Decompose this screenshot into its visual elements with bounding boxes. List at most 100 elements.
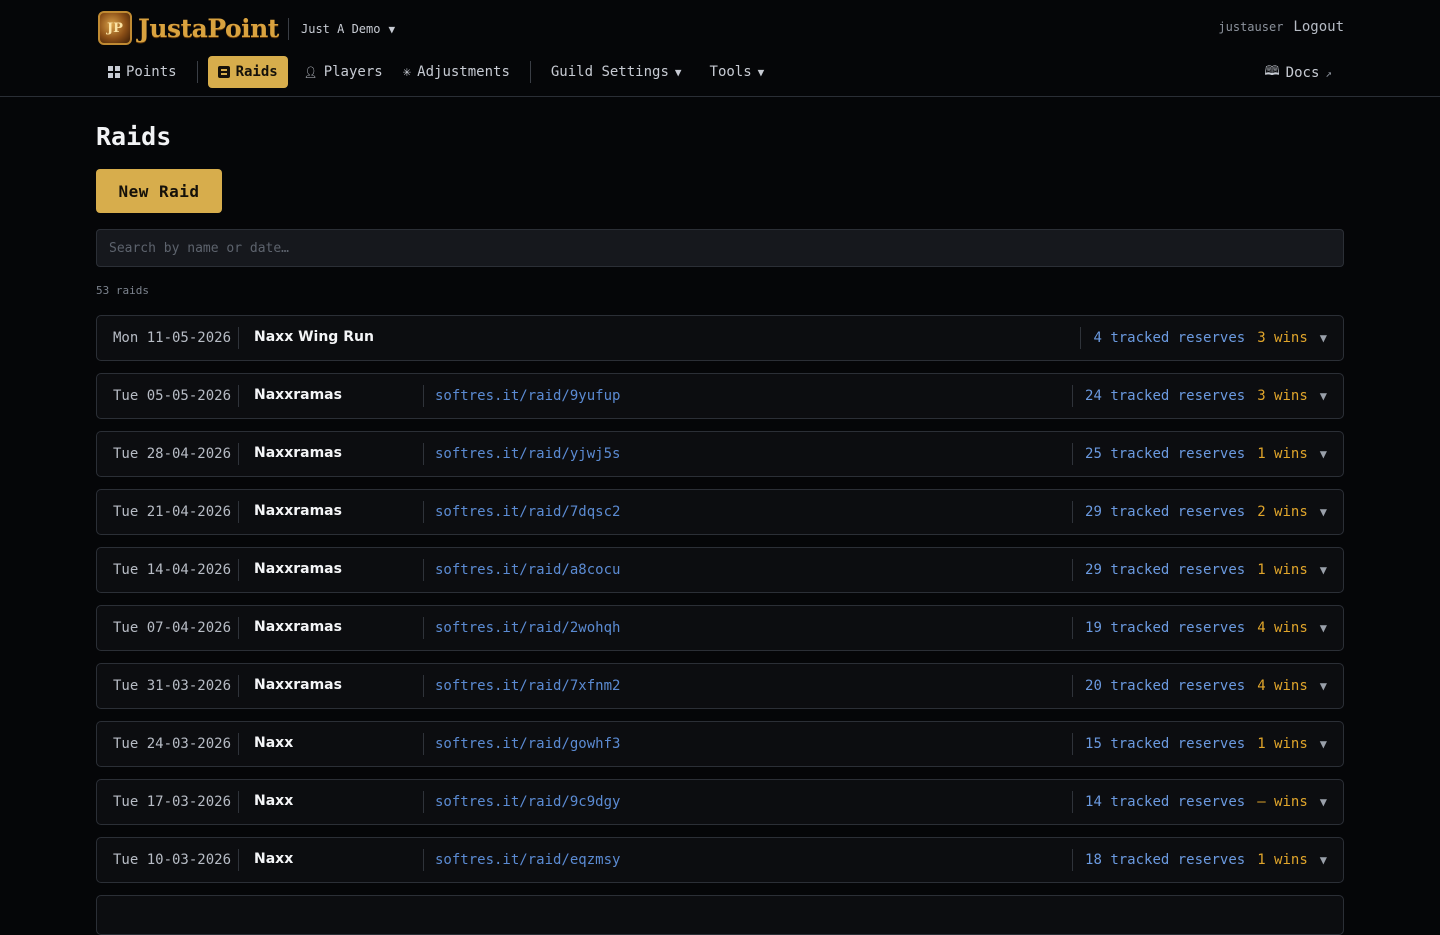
sparkle-icon: ✳ bbox=[402, 64, 412, 80]
wins-count: 1 wins bbox=[1257, 736, 1308, 752]
softres-link[interactable]: softres.it/raid/yjwj5s bbox=[435, 446, 620, 462]
divider bbox=[1072, 733, 1074, 755]
raid-row[interactable]: Tue 28-04-2026 Naxxramas softres.it/raid… bbox=[96, 431, 1344, 477]
guild-selector[interactable]: Just A Demo ▼ bbox=[288, 18, 395, 40]
raid-row[interactable]: Tue 10-03-2026 Naxx softres.it/raid/eqzm… bbox=[96, 837, 1344, 883]
chevron-down-icon[interactable]: ▼ bbox=[1320, 853, 1327, 867]
raid-date: Tue 14-04-2026 bbox=[113, 562, 232, 578]
nav-divider bbox=[196, 61, 198, 83]
softres-link[interactable]: softres.it/raid/7xfnm2 bbox=[435, 678, 620, 694]
raid-stats: 4 tracked reserves 3 wins ▼ bbox=[1080, 316, 1327, 360]
logo-text: JustaPoint bbox=[138, 13, 279, 43]
wins-count: 2 wins bbox=[1257, 504, 1308, 520]
new-raid-button[interactable]: New Raid bbox=[96, 169, 222, 213]
raid-stats: 29 tracked reserves 1 wins ▼ bbox=[1072, 548, 1327, 592]
tracked-reserves: 15 tracked reserves bbox=[1085, 736, 1246, 752]
raid-date: Tue 31-03-2026 bbox=[113, 678, 232, 694]
chevron-down-icon[interactable]: ▼ bbox=[1320, 505, 1327, 519]
wins-count: 3 wins bbox=[1257, 388, 1308, 404]
chevron-down-icon[interactable]: ▼ bbox=[1320, 389, 1327, 403]
tracked-reserves: 19 tracked reserves bbox=[1085, 620, 1246, 636]
divider bbox=[238, 443, 239, 465]
external-link-icon: ↗ bbox=[1325, 66, 1332, 80]
divider bbox=[1072, 443, 1074, 465]
chevron-down-icon[interactable]: ▼ bbox=[1320, 737, 1327, 751]
nav-adjustments[interactable]: ✳ Adjustments bbox=[393, 56, 520, 88]
divider bbox=[238, 849, 239, 871]
divider bbox=[238, 791, 239, 813]
brand-logo[interactable]: JP JustaPoint bbox=[98, 10, 279, 46]
raid-date: Tue 24-03-2026 bbox=[113, 736, 232, 752]
divider bbox=[423, 849, 424, 871]
nav-guild-settings-label: Guild Settings bbox=[550, 64, 669, 80]
divider bbox=[1072, 559, 1074, 581]
softres-link[interactable]: softres.it/raid/9c9dgy bbox=[435, 794, 620, 810]
chevron-down-icon[interactable]: ▼ bbox=[1320, 447, 1327, 461]
divider bbox=[1072, 617, 1074, 639]
divider bbox=[423, 385, 424, 407]
grid-icon bbox=[108, 66, 120, 78]
chevron-down-icon[interactable]: ▼ bbox=[1320, 563, 1327, 577]
raid-name: Naxxramas bbox=[254, 619, 342, 635]
raid-name: Naxxramas bbox=[254, 387, 342, 403]
softres-link[interactable]: softres.it/raid/9yufup bbox=[435, 388, 620, 404]
raid-stats: 29 tracked reserves 2 wins ▼ bbox=[1072, 490, 1327, 534]
raid-name: Naxx bbox=[254, 851, 294, 867]
logout-link[interactable]: Logout bbox=[1293, 19, 1344, 35]
raid-date: Tue 21-04-2026 bbox=[113, 504, 232, 520]
chevron-down-icon[interactable]: ▼ bbox=[1320, 331, 1327, 345]
username: justauser bbox=[1218, 20, 1284, 34]
nav-tools[interactable]: Tools ▼ bbox=[700, 56, 775, 88]
softres-link[interactable]: softres.it/raid/7dqsc2 bbox=[435, 504, 620, 520]
softres-link[interactable]: softres.it/raid/2wohqh bbox=[435, 620, 620, 636]
raids-icon bbox=[217, 66, 230, 78]
raid-row[interactable]: Tue 24-03-2026 Naxx softres.it/raid/gowh… bbox=[96, 721, 1344, 767]
divider bbox=[238, 617, 239, 639]
raid-count: 53 raids bbox=[96, 284, 149, 297]
chevron-down-icon[interactable]: ▼ bbox=[1320, 795, 1327, 809]
chevron-down-icon[interactable]: ▼ bbox=[1320, 621, 1327, 635]
nav-raids[interactable]: Raids bbox=[207, 56, 288, 88]
raid-row[interactable]: Tue 31-03-2026 Naxxramas softres.it/raid… bbox=[96, 663, 1344, 709]
raid-name: Naxxramas bbox=[254, 561, 342, 577]
chevron-down-icon[interactable]: ▼ bbox=[1320, 679, 1327, 693]
raid-row[interactable]: Tue 07-04-2026 Naxxramas softres.it/raid… bbox=[96, 605, 1344, 651]
logo-icon: JP bbox=[98, 11, 132, 45]
raid-row[interactable]: Tue 17-03-2026 Naxx softres.it/raid/9c9d… bbox=[96, 779, 1344, 825]
nav-players-label: Players bbox=[323, 64, 383, 80]
softres-link[interactable]: softres.it/raid/eqzmsy bbox=[435, 852, 620, 868]
divider bbox=[238, 501, 239, 523]
main-nav: Points Raids 👤︎ Players ✳ Adjustments Gu… bbox=[98, 56, 774, 88]
raid-name: Naxxramas bbox=[254, 445, 342, 461]
raid-stats: 19 tracked reserves 4 wins ▼ bbox=[1072, 606, 1327, 650]
tracked-reserves: 29 tracked reserves bbox=[1085, 562, 1246, 578]
raid-row[interactable]: Mon 11-05-2026 Naxx Wing Run 4 tracked r… bbox=[96, 315, 1344, 361]
nav-guild-settings[interactable]: Guild Settings ▼ bbox=[541, 56, 692, 88]
wins-count: 1 wins bbox=[1257, 562, 1308, 578]
softres-link[interactable]: softres.it/raid/gowhf3 bbox=[435, 736, 620, 752]
raid-row-partial[interactable] bbox=[96, 895, 1344, 935]
nav-raids-label: Raids bbox=[235, 64, 278, 80]
raid-row[interactable]: Tue 14-04-2026 Naxxramas softres.it/raid… bbox=[96, 547, 1344, 593]
raid-stats: 24 tracked reserves 3 wins ▼ bbox=[1072, 374, 1327, 418]
docs-link[interactable]: 🕮︎ Docs ↗ bbox=[1264, 62, 1332, 84]
divider bbox=[238, 733, 239, 755]
wins-count: — wins bbox=[1257, 794, 1308, 810]
raid-row[interactable]: Tue 21-04-2026 Naxxramas softres.it/raid… bbox=[96, 489, 1344, 535]
wins-count: 4 wins bbox=[1257, 620, 1308, 636]
top-bar: JP JustaPoint Just A Demo ▼ justauser Lo… bbox=[0, 0, 1440, 97]
search-input[interactable] bbox=[109, 240, 1331, 256]
divider bbox=[238, 327, 239, 349]
nav-points[interactable]: Points bbox=[98, 56, 187, 88]
raid-name: Naxx bbox=[254, 793, 294, 809]
raid-row[interactable]: Tue 05-05-2026 Naxxramas softres.it/raid… bbox=[96, 373, 1344, 419]
raid-stats: 18 tracked reserves 1 wins ▼ bbox=[1072, 838, 1327, 882]
raid-stats: 15 tracked reserves 1 wins ▼ bbox=[1072, 722, 1327, 766]
wins-count: 1 wins bbox=[1257, 446, 1308, 462]
raid-date: Mon 11-05-2026 bbox=[113, 330, 232, 346]
book-icon: 🕮︎ bbox=[1264, 64, 1280, 79]
guild-name: Just A Demo bbox=[301, 22, 381, 36]
softres-link[interactable]: softres.it/raid/a8cocu bbox=[435, 562, 620, 578]
nav-players[interactable]: 👤︎ Players bbox=[294, 56, 393, 88]
divider bbox=[1072, 849, 1074, 871]
